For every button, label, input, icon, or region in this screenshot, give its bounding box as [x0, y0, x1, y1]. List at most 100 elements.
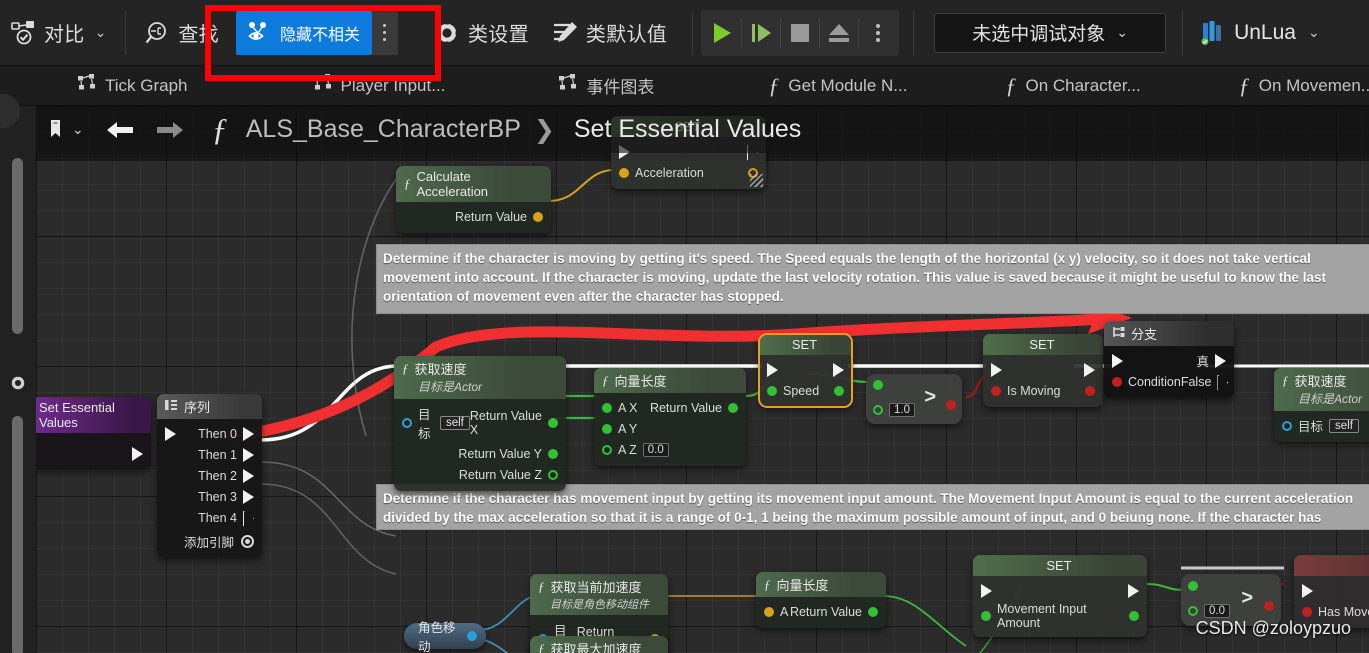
- input-pin-has-movement-input[interactable]: [1302, 606, 1312, 617]
- node-character-movement-variable[interactable]: 角色移动: [404, 621, 486, 653]
- node-get-velocity[interactable]: ƒ 获取速度 目标是Actor 目标 self Return Value X R…: [394, 356, 566, 491]
- input-value-b[interactable]: 1.0: [889, 403, 915, 417]
- exec-output-pin[interactable]: [833, 362, 844, 377]
- output-pin-return-value[interactable]: [533, 211, 543, 222]
- output-pin-result[interactable]: [1264, 601, 1274, 611]
- input-pin-a[interactable]: [764, 606, 774, 617]
- input-pin-a[interactable]: [873, 380, 883, 390]
- add-pin-button[interactable]: 添加引脚: [157, 528, 262, 551]
- find-label: 查找: [178, 24, 219, 46]
- exec-output-pin[interactable]: [132, 447, 143, 461]
- input-pin-target[interactable]: [1282, 420, 1292, 431]
- exec-output-pin[interactable]: [1128, 583, 1139, 598]
- exec-input-pin[interactable]: [165, 426, 176, 441]
- tab-get-module-name[interactable]: ƒ Get Module N...: [746, 66, 929, 105]
- output-pin-return-value[interactable]: [728, 402, 738, 413]
- step-button[interactable]: [742, 10, 780, 56]
- eject-button[interactable]: [820, 10, 858, 56]
- output-pin-character-movement[interactable]: [467, 631, 477, 641]
- input-pin-speed[interactable]: [767, 385, 777, 396]
- node-set-is-moving[interactable]: SET Is Moving: [983, 334, 1103, 407]
- input-pin-is-moving[interactable]: [991, 385, 1001, 396]
- bookmark-button[interactable]: ⌄: [40, 119, 92, 141]
- input-pin-a-z[interactable]: [602, 444, 612, 455]
- input-pin-a[interactable]: [1188, 581, 1198, 591]
- sidebar-settings-button[interactable]: [0, 364, 36, 402]
- node-header: Set Essential Values: [36, 397, 151, 433]
- output-pin-movement-input-amount[interactable]: [1129, 611, 1139, 621]
- input-pin-condition[interactable]: [1112, 376, 1122, 387]
- play-button[interactable]: [703, 10, 741, 56]
- exec-input-pin[interactable]: [1302, 583, 1313, 598]
- exec-output-pin[interactable]: [1084, 362, 1095, 377]
- play-options-button[interactable]: [859, 10, 897, 56]
- stop-button[interactable]: [781, 10, 819, 56]
- comment-box-moving[interactable]: Determine if the character is moving by …: [376, 244, 1369, 314]
- navigate-back-button[interactable]: [98, 119, 142, 141]
- node-get-max-acceleration[interactable]: ƒ 获取最大加速度: [530, 636, 668, 653]
- exec-output-pin-then1[interactable]: [243, 447, 254, 462]
- target-value[interactable]: self: [1329, 418, 1359, 433]
- hide-unrelated-button[interactable]: 隐藏不相关: [235, 10, 372, 55]
- hide-unrelated-options-button[interactable]: [371, 10, 398, 55]
- exec-output-pin-true[interactable]: [1215, 353, 1226, 368]
- pin-row[interactable]: Return Value: [396, 206, 551, 227]
- output-pin-return-value-z[interactable]: [548, 469, 558, 480]
- output-pin-return-value-y[interactable]: [548, 448, 558, 459]
- exec-input-pin[interactable]: [767, 362, 778, 377]
- node-set-speed[interactable]: SET Speed: [758, 333, 853, 408]
- tab-event-graph[interactable]: 事件图表: [533, 66, 680, 105]
- exec-output-pin-then2[interactable]: [243, 468, 254, 483]
- exec-output-pin-false[interactable]: [1217, 375, 1228, 389]
- output-pin-return-value[interactable]: [868, 606, 878, 617]
- node-greater-than-speed[interactable]: 1.0 >: [866, 374, 962, 424]
- input-pin-movement-input-amount[interactable]: [981, 611, 991, 621]
- input-pin-target[interactable]: [402, 418, 412, 428]
- navigate-forward-button[interactable]: [148, 119, 192, 141]
- sidebar-scrollbar-bottom[interactable]: [12, 416, 23, 653]
- breadcrumb-current[interactable]: Set Essential Values: [574, 115, 801, 144]
- node-get-velocity-2[interactable]: ƒ 获取速度 目标是Actor 目标 self Return V: [1274, 368, 1369, 442]
- node-vector-length[interactable]: ƒ 向量长度 A X Return Value A Y A Z 0.0: [594, 368, 746, 466]
- node-event-set-essential-values[interactable]: Set Essential Values: [36, 397, 151, 469]
- input-pin-acceleration[interactable]: [619, 167, 629, 178]
- output-pin-return-value-x[interactable]: [548, 418, 558, 428]
- node-vector-length-2[interactable]: ƒ 向量长度 A Return Value: [756, 572, 886, 628]
- input-pin-a-x[interactable]: [602, 402, 612, 413]
- exec-output-pin-then3[interactable]: [243, 489, 254, 504]
- unlua-menu[interactable]: UnLua ⌄: [1191, 20, 1330, 46]
- debug-object-dropdown[interactable]: 未选中调试对象 ⌄: [934, 12, 1167, 53]
- breadcrumb-root[interactable]: ALS_Base_CharacterBP: [246, 115, 521, 144]
- exec-output-pin-then0[interactable]: [243, 426, 254, 441]
- node-resize-grip[interactable]: [750, 174, 763, 187]
- tab-player-input[interactable]: Player Input...: [288, 66, 472, 105]
- node-set-movement-input-amount[interactable]: SET Movement Input Amount: [973, 555, 1147, 637]
- target-value[interactable]: self: [439, 416, 470, 430]
- input-value-a-z[interactable]: 0.0: [642, 442, 669, 457]
- input-pin-a-y[interactable]: [602, 423, 612, 434]
- exec-input-pin[interactable]: [991, 362, 1002, 377]
- class-settings-button[interactable]: 类设置: [422, 9, 540, 57]
- node-header: 分支: [1104, 321, 1234, 346]
- sidebar-scrollbar-top[interactable]: [12, 158, 23, 334]
- output-pin-is-moving[interactable]: [1085, 385, 1095, 396]
- exec-output-pin-then4[interactable]: [243, 511, 254, 525]
- output-pin-speed[interactable]: [834, 385, 844, 396]
- node-branch[interactable]: 分支 真 Condition False: [1104, 321, 1234, 398]
- class-defaults-button[interactable]: 类默认值: [540, 9, 678, 57]
- blueprint-graph-canvas[interactable]: Determine if the character is moving by …: [36, 106, 1369, 653]
- tab-tick-graph[interactable]: Tick Graph: [52, 66, 214, 105]
- compare-button[interactable]: 对比 ⌄: [0, 9, 117, 57]
- input-pin-b[interactable]: [1188, 606, 1198, 616]
- tab-on-movement[interactable]: ƒ On Movemen...: [1217, 66, 1369, 105]
- exec-input-pin[interactable]: [1112, 353, 1123, 368]
- tab-on-character[interactable]: ƒ On Character...: [983, 66, 1162, 105]
- exec-input-pin[interactable]: [981, 583, 992, 598]
- node-calculate-acceleration[interactable]: ƒ Calculate Acceleration Return Value: [396, 166, 551, 233]
- input-value-b[interactable]: 0.0: [1204, 604, 1230, 618]
- output-pin-result[interactable]: [946, 400, 956, 410]
- find-button[interactable]: 查找: [134, 9, 230, 57]
- input-pin-b[interactable]: [873, 405, 883, 415]
- node-sequence[interactable]: 序列 Then 0 Then 1 Then 2 Then 3 Then 4 添加…: [157, 394, 262, 557]
- chevron-down-icon[interactable]: ⌄: [95, 24, 107, 41]
